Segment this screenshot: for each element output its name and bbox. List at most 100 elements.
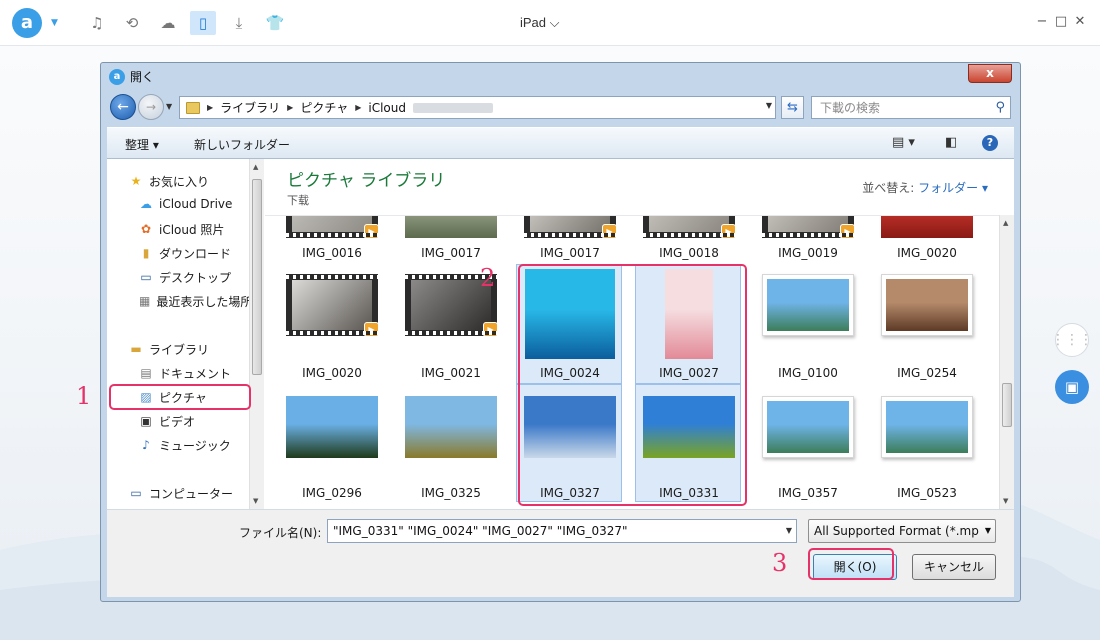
nav-label: お気に入り	[149, 175, 210, 189]
sort-by-control[interactable]: 並べ替え: フォルダー ▾	[862, 179, 988, 196]
nav-label: iCloud 照片	[159, 223, 225, 237]
nav-scrollbar[interactable]: ▲ ▼	[249, 159, 264, 509]
scroll-up-arrow-icon[interactable]: ▲	[1003, 219, 1008, 227]
minimize-button[interactable]: −	[1034, 14, 1050, 29]
file-tile[interactable]: IMG_0357	[752, 216, 864, 509]
file-format-select[interactable]: All Supported Format (*.mp ▼	[808, 519, 996, 543]
nav-icloud-drive[interactable]: ☁ iCloud Drive	[139, 197, 232, 211]
back-button[interactable]: ←	[110, 94, 136, 120]
file-thumbnail[interactable]	[881, 396, 973, 458]
filename-dropdown-icon[interactable]: ▼	[786, 520, 792, 542]
nav-libraries[interactable]: ▬ ライブラリ	[129, 341, 209, 358]
toolbox-button[interactable]: ▣	[1055, 370, 1089, 404]
nav-icloud-photos[interactable]: ✿ iCloud 照片	[139, 221, 224, 238]
scroll-down-arrow-icon[interactable]: ▼	[253, 497, 258, 505]
history-dropdown-icon[interactable]: ▼	[166, 102, 172, 111]
music-tab[interactable]: ♫	[84, 11, 110, 35]
organize-menu[interactable]: 整理 ▾	[125, 136, 159, 153]
step1-number: 1	[76, 382, 92, 410]
nav-desktop[interactable]: ▭ デスクトップ	[139, 269, 231, 286]
tshirt-icon: 👕	[265, 14, 285, 32]
nav-scroll-thumb[interactable]	[252, 179, 262, 375]
back-arrow-icon: ←	[117, 99, 129, 115]
file-thumbnail[interactable]	[762, 396, 854, 458]
library-subtitle: 下载	[287, 194, 309, 207]
history-tab[interactable]: ⟲	[119, 11, 145, 35]
step2-highlight	[518, 264, 747, 506]
thumbnail-image	[405, 396, 497, 458]
nav-recent-places[interactable]: ▦ 最近表示した場所	[139, 293, 251, 310]
nav-label: ライブラリ	[149, 343, 210, 357]
breadcrumb-separator-icon[interactable]: ▶	[287, 103, 293, 112]
thumbnail-image	[886, 401, 968, 453]
chevron-down-icon: ⌵	[549, 15, 560, 30]
format-dropdown-icon: ▼	[984, 526, 991, 535]
folder-icon	[186, 101, 200, 114]
nav-label: iCloud Drive	[159, 197, 233, 211]
photos-icon: ✿	[140, 222, 152, 236]
cancel-button[interactable]: キャンセル	[912, 554, 996, 580]
nav-documents[interactable]: ▤ ドキュメント	[139, 365, 231, 382]
dialog-title: 開く	[130, 70, 155, 84]
documents-icon: ▤	[140, 366, 152, 380]
grid-view-button[interactable]: ⋮⋮⋮	[1051, 323, 1093, 357]
breadcrumb-item[interactable]: ピクチャ	[300, 99, 348, 116]
address-bar[interactable]: ▶ ライブラリ ▶ ピクチャ ▶ iCloud ▼	[179, 96, 776, 119]
new-folder-button[interactable]: 新しいフォルダー	[194, 136, 290, 153]
recent-places-icon: ▦	[139, 294, 151, 308]
sort-value[interactable]: フォルダー ▾	[918, 181, 988, 195]
file-grid-scrollbar[interactable]: ▲ ▼	[999, 215, 1014, 509]
close-app-button[interactable]: ✕	[1072, 14, 1088, 29]
file-thumbnail[interactable]	[405, 396, 497, 458]
library-title: ピクチャ ライブラリ	[287, 171, 446, 191]
nav-favorites[interactable]: ★ お気に入り	[129, 173, 209, 190]
nav-label: 最近表示した場所	[156, 295, 251, 309]
history-icon: ⟲	[125, 14, 139, 32]
cloud-icon: ☁	[160, 14, 176, 32]
scroll-up-arrow-icon[interactable]: ▲	[253, 163, 258, 171]
anytrans-logo[interactable]: a	[12, 8, 42, 38]
filename-label: ファイル名(N):	[239, 526, 322, 540]
logo-menu-chevron-icon[interactable]: ▼	[51, 18, 58, 28]
search-icon[interactable]: ⚲	[995, 100, 1005, 115]
device-selector[interactable]: iPad ⌵	[520, 15, 560, 31]
nav-computer[interactable]: ▭ コンピューター	[129, 485, 233, 502]
view-options-icon[interactable]: ▤ ▾	[892, 135, 915, 150]
nav-label: ドキュメント	[159, 367, 232, 381]
preview-pane-icon[interactable]: ◧	[945, 135, 957, 150]
library-icon: ▬	[130, 342, 142, 356]
forward-arrow-icon: →	[145, 100, 157, 114]
file-tile[interactable]: IMG_0523	[871, 216, 983, 509]
tshirt-tab[interactable]: 👕	[262, 11, 288, 35]
forward-button[interactable]: →	[138, 94, 164, 120]
nav-label: デスクトップ	[159, 271, 232, 285]
breadcrumb-item[interactable]: ライブラリ	[220, 99, 280, 116]
file-tile[interactable]: IMG_0325	[395, 216, 507, 509]
breadcrumb-separator-icon[interactable]: ▶	[207, 103, 213, 112]
file-thumbnail[interactable]	[286, 396, 378, 458]
dialog-close-button[interactable]: x	[968, 64, 1012, 83]
file-tile[interactable]: IMG_0296	[276, 216, 388, 509]
file-grid-scroll-thumb[interactable]	[1002, 383, 1012, 427]
help-icon[interactable]: ?	[982, 135, 998, 151]
search-box[interactable]: 下載の検索 ⚲	[811, 96, 1011, 119]
nav-label: コンピューター	[149, 487, 234, 501]
breadcrumb-item[interactable]: iCloud	[368, 101, 406, 115]
ipad-tab[interactable]: ▯	[190, 11, 216, 35]
nav-downloads[interactable]: ▮ ダウンロード	[139, 245, 231, 262]
cloud-tab[interactable]: ☁	[155, 11, 181, 35]
videos-icon: ▣	[140, 414, 152, 428]
breadcrumb-separator-icon[interactable]: ▶	[355, 103, 361, 112]
step2-number: 2	[480, 264, 496, 292]
filename-input[interactable]: "IMG_0331" "IMG_0024" "IMG_0027" "IMG_03…	[327, 519, 797, 543]
nav-music[interactable]: ♪ ミュージック	[139, 437, 231, 454]
maximize-button[interactable]: □	[1053, 14, 1069, 29]
grid-icon: ⋮⋮⋮	[1051, 332, 1093, 348]
address-dropdown-icon[interactable]: ▼	[766, 101, 772, 110]
refresh-button[interactable]: ⇆	[781, 96, 804, 119]
download-tab[interactable]: ⤓	[226, 11, 252, 35]
scroll-down-arrow-icon[interactable]: ▼	[1003, 497, 1008, 505]
thumbnail-image	[767, 401, 849, 453]
command-bar: 整理 ▾ 新しいフォルダー ▤ ▾ ◧ ?	[107, 127, 1014, 159]
nav-videos[interactable]: ▣ ビデオ	[139, 413, 195, 430]
